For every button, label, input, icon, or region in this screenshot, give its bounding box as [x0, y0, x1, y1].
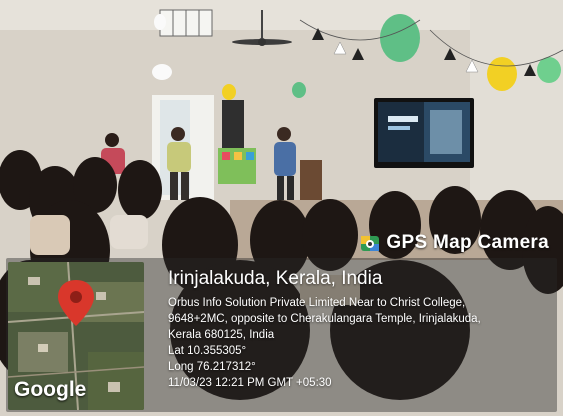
gps-camera-label: GPS Map Camera [386, 232, 549, 253]
balloon [222, 84, 236, 100]
address-line: Kerala 680125, India [168, 329, 275, 341]
presentation-screen [374, 98, 474, 168]
latitude: Lat 10.355305° [168, 345, 247, 357]
balloon [487, 57, 517, 91]
location-title: Irinjalakuda, Kerala, India [168, 268, 383, 289]
longitude: Long 76.217312° [168, 361, 256, 373]
balloon [292, 82, 306, 98]
podium [300, 160, 322, 206]
location-info: Irinjalakuda, Kerala, India Orbus Info S… [168, 268, 556, 391]
paper-decoration [152, 64, 172, 80]
address-line: 9648+2MC, opposite to Cherakulangara Tem… [168, 313, 481, 325]
right-wall [470, 0, 563, 200]
address-line: Orbus Info Solution Private Limited Near… [168, 297, 466, 309]
google-watermark: Google [14, 378, 87, 401]
timestamp: 11/03/23 12:21 PM GMT +05:30 [168, 377, 332, 389]
paper-decoration [154, 14, 166, 30]
gps-camera-badge: GPS Map Camera [360, 232, 549, 254]
balloon [380, 14, 420, 62]
map-camera-icon [360, 233, 380, 253]
balloon [537, 57, 561, 83]
